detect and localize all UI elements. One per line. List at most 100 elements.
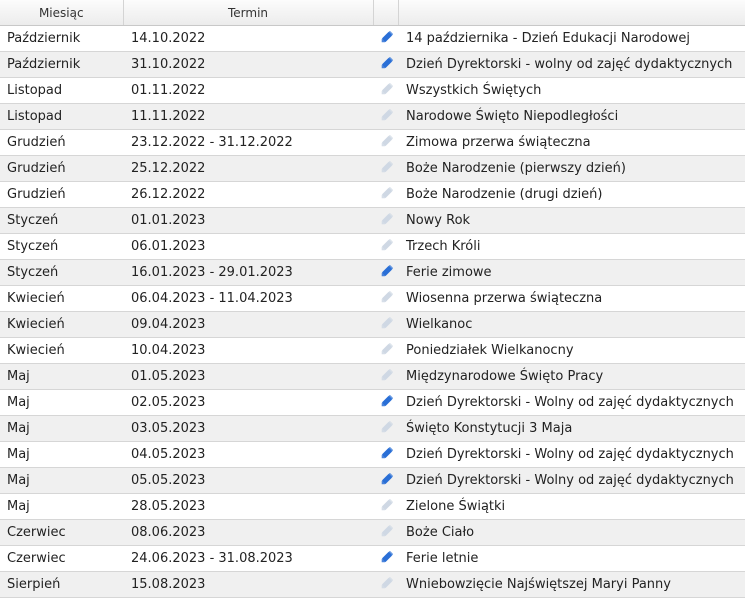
cell-month: Styczeń — [0, 207, 123, 234]
table-row[interactable]: Kwiecień 10.04.2023 Poniedziałek Wielkanoc… — [0, 337, 745, 364]
cell-term: 01.01.2023 — [123, 207, 373, 234]
pencil-icon[interactable] — [378, 236, 396, 258]
pencil-icon[interactable] — [378, 28, 396, 50]
cell-term: 23.12.2022 - 31.12.2022 — [123, 129, 373, 156]
table-row[interactable]: Styczeń 06.01.2023 Trzech Króli — [0, 233, 745, 260]
cell-month: Kwiecień — [0, 285, 123, 312]
pencil-icon[interactable] — [378, 132, 396, 154]
table-row[interactable]: Listopad 11.11.2022 Narodowe Święto Niepod… — [0, 103, 745, 130]
column-header-month[interactable]: Miesiąc — [0, 0, 124, 26]
cell-term: 03.05.2023 — [123, 415, 373, 442]
cell-icon — [373, 207, 398, 234]
table-row[interactable]: Czerwiec 24.06.2023 - 31.08.2023 Ferie let… — [0, 545, 745, 572]
pencil-icon[interactable] — [378, 522, 396, 544]
table-row[interactable]: Październik 14.10.2022 14 października - D… — [0, 25, 745, 52]
cell-icon — [373, 519, 398, 546]
column-header-icon[interactable] — [373, 0, 399, 26]
table-row[interactable]: Maj 03.05.2023 Święto Konstytucji 3 Maja — [0, 415, 745, 442]
pencil-icon[interactable] — [378, 392, 396, 414]
pencil-icon[interactable] — [378, 366, 396, 388]
cell-month: Sierpień — [0, 571, 123, 598]
cell-month: Kwiecień — [0, 311, 123, 338]
cell-term: 25.12.2022 — [123, 155, 373, 182]
table-row[interactable]: Grudzień 25.12.2022 Boże Narodzenie (pierw… — [0, 155, 745, 182]
cell-month: Październik — [0, 51, 123, 78]
cell-icon — [373, 259, 398, 286]
cell-term: 04.05.2023 — [123, 441, 373, 468]
table-row[interactable]: Październik 31.10.2022 Dzień Dyrektorski -… — [0, 51, 745, 78]
cell-term: 14.10.2022 — [123, 25, 373, 52]
cell-icon — [373, 77, 398, 104]
cell-month: Maj — [0, 363, 123, 390]
table-row[interactable]: Maj 02.05.2023 Dzień Dyrektorski - Wolny o… — [0, 389, 745, 416]
cell-icon — [373, 51, 398, 78]
table-body: Październik 14.10.2022 14 października - D… — [0, 25, 745, 598]
table-row[interactable]: Kwiecień 09.04.2023 Wielkanoc — [0, 311, 745, 338]
cell-term: 06.01.2023 — [123, 233, 373, 260]
cell-month: Grudzień — [0, 155, 123, 182]
cell-month: Grudzień — [0, 129, 123, 156]
table-row[interactable]: Maj 01.05.2023 Międzynarodowe Święto Pracy — [0, 363, 745, 390]
cell-month: Maj — [0, 441, 123, 468]
pencil-icon[interactable] — [378, 262, 396, 284]
table-row[interactable]: Maj 04.05.2023 Dzień Dyrektorski - Wolny o… — [0, 441, 745, 468]
cell-description: Wszystkich Świętych — [398, 77, 745, 104]
cell-icon — [373, 441, 398, 468]
cell-description: Ferie zimowe — [398, 259, 745, 286]
pencil-icon[interactable] — [378, 288, 396, 310]
cell-month: Maj — [0, 493, 123, 520]
cell-month: Listopad — [0, 103, 123, 130]
pencil-icon[interactable] — [378, 158, 396, 180]
table-row[interactable]: Maj 05.05.2023 Dzień Dyrektorski - Wolny o… — [0, 467, 745, 494]
cell-month: Czerwiec — [0, 519, 123, 546]
cell-term: 05.05.2023 — [123, 467, 373, 494]
cell-term: 15.08.2023 — [123, 571, 373, 598]
table-row[interactable]: Listopad 01.11.2022 Wszystkich Świętych — [0, 77, 745, 104]
cell-term: 09.04.2023 — [123, 311, 373, 338]
pencil-icon[interactable] — [378, 106, 396, 128]
table-row[interactable]: Grudzień 23.12.2022 - 31.12.2022 Zimowa pr… — [0, 129, 745, 156]
pencil-icon[interactable] — [378, 444, 396, 466]
cell-description: Narodowe Święto Niepodległości — [398, 103, 745, 130]
cell-description: Poniedziałek Wielkanocny — [398, 337, 745, 364]
table-row[interactable]: Kwiecień 06.04.2023 - 11.04.2023 Wiosenna … — [0, 285, 745, 312]
pencil-icon[interactable] — [378, 184, 396, 206]
cell-term: 24.06.2023 - 31.08.2023 — [123, 545, 373, 572]
pencil-icon[interactable] — [378, 548, 396, 570]
cell-month: Kwiecień — [0, 337, 123, 364]
table-row[interactable]: Sierpień 15.08.2023 Wniebowzięcie Najświęt… — [0, 571, 745, 598]
table-row[interactable]: Styczeń 01.01.2023 Nowy Rok — [0, 207, 745, 234]
cell-icon — [373, 103, 398, 130]
cell-term: 08.06.2023 — [123, 519, 373, 546]
cell-icon — [373, 571, 398, 598]
cell-description: Wielkanoc — [398, 311, 745, 338]
cell-description: Wniebowzięcie Najświętszej Maryi Panny — [398, 571, 745, 598]
pencil-icon[interactable] — [378, 210, 396, 232]
pencil-icon[interactable] — [378, 418, 396, 440]
cell-term: 11.11.2022 — [123, 103, 373, 130]
cell-description: Święto Konstytucji 3 Maja — [398, 415, 745, 442]
pencil-icon[interactable] — [378, 574, 396, 596]
table-row[interactable]: Styczeń 16.01.2023 - 29.01.2023 Ferie zimo… — [0, 259, 745, 286]
pencil-icon[interactable] — [378, 314, 396, 336]
cell-description: Boże Ciało — [398, 519, 745, 546]
cell-term: 16.01.2023 - 29.01.2023 — [123, 259, 373, 286]
pencil-icon[interactable] — [378, 340, 396, 362]
calendar-table: Miesiąc Termin Październik 14.10.2022 14 p… — [0, 0, 745, 598]
cell-icon — [373, 311, 398, 338]
table-row[interactable]: Grudzień 26.12.2022 Boże Narodzenie (drugi… — [0, 181, 745, 208]
pencil-icon[interactable] — [378, 80, 396, 102]
column-header-term[interactable]: Termin — [123, 0, 374, 26]
cell-description: Dzień Dyrektorski - wolny od zajęć dydak… — [398, 51, 745, 78]
pencil-icon[interactable] — [378, 54, 396, 76]
table-row[interactable]: Czerwiec 08.06.2023 Boże Ciało — [0, 519, 745, 546]
pencil-icon[interactable] — [378, 496, 396, 518]
cell-icon — [373, 363, 398, 390]
cell-term: 01.05.2023 — [123, 363, 373, 390]
table-row[interactable]: Maj 28.05.2023 Zielone Świątki — [0, 493, 745, 520]
column-header-description[interactable] — [398, 0, 745, 26]
cell-month: Listopad — [0, 77, 123, 104]
cell-month: Czerwiec — [0, 545, 123, 572]
table-header: Miesiąc Termin — [0, 0, 745, 26]
pencil-icon[interactable] — [378, 470, 396, 492]
